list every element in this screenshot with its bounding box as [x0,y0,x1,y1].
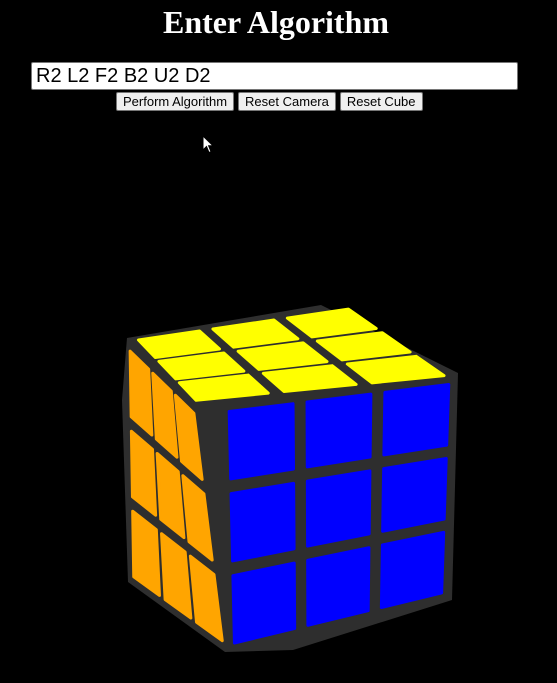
front-sticker [382,382,451,457]
cube-viewport[interactable] [0,290,557,670]
perform-algorithm-button[interactable]: Perform Algorithm [116,92,235,111]
front-sticker [306,546,371,627]
reset-cube-button[interactable]: Reset Cube [339,92,423,111]
front-sticker [305,392,373,469]
front-sticker [229,481,296,563]
page: Enter Algorithm Perform Algorithm Reset … [0,0,557,683]
front-sticker [231,561,297,645]
front-sticker [381,456,448,533]
reset-camera-button[interactable]: Reset Camera [238,92,336,111]
front-sticker [305,469,372,548]
front-sticker [379,530,446,610]
front-sticker [227,402,296,481]
algorithm-input[interactable] [31,62,518,90]
mouse-pointer-icon [202,135,214,154]
page-title: Enter Algorithm [162,4,390,40]
button-row: Perform Algorithm Reset Camera Reset Cub… [116,92,423,111]
